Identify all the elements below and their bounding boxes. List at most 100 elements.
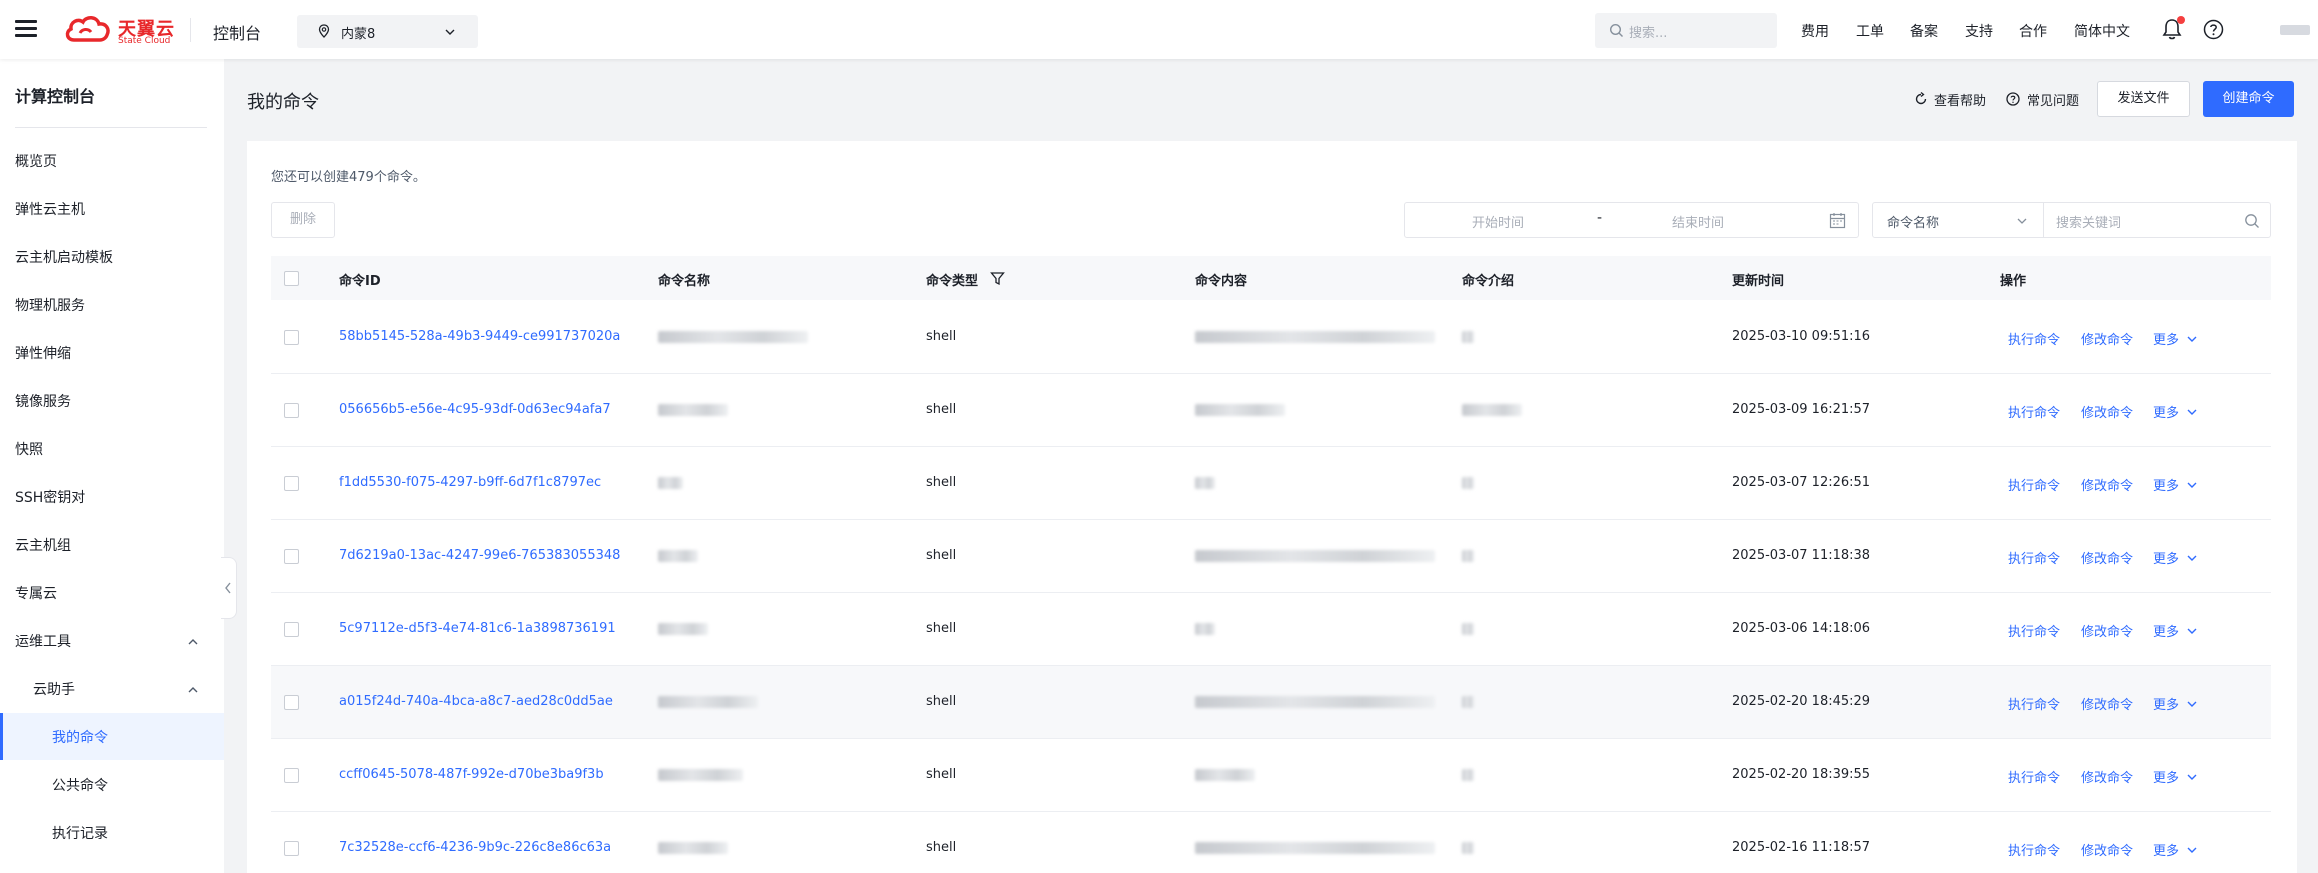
run-command-link[interactable]: 执行命令	[2008, 621, 2060, 640]
chevron-down-icon[interactable]	[2015, 214, 2029, 228]
row-checkbox[interactable]	[284, 622, 299, 637]
sidebar-item-ecs-group[interactable]: 云主机组	[15, 535, 71, 555]
chevron-up-icon[interactable]	[186, 683, 200, 697]
command-id-link[interactable]: 5c97112e-d5f3-4e74-81c6-1a3898736191	[339, 621, 616, 636]
more-actions-link[interactable]: 更多	[2153, 767, 2179, 786]
run-command-link[interactable]: 执行命令	[2008, 548, 2060, 567]
updated-time: 2025-03-07 12:26:51	[1732, 475, 1871, 490]
edit-command-link[interactable]: 修改命令	[2081, 475, 2133, 494]
menu-icon[interactable]	[15, 20, 37, 38]
keyword-search-input[interactable]: 搜索关键词	[2056, 212, 2121, 231]
command-id-link[interactable]: ccff0645-5078-487f-992e-d70be3ba9f3b	[339, 767, 604, 782]
edit-command-link[interactable]: 修改命令	[2081, 694, 2133, 713]
console-link[interactable]: 控制台	[213, 20, 261, 44]
sidebar-collapse-handle[interactable]	[221, 557, 237, 619]
more-actions-link[interactable]: 更多	[2153, 621, 2179, 640]
run-command-link[interactable]: 执行命令	[2008, 475, 2060, 494]
edit-command-link[interactable]: 修改命令	[2081, 767, 2133, 786]
row-checkbox[interactable]	[284, 695, 299, 710]
more-actions-link[interactable]: 更多	[2153, 475, 2179, 494]
nav-support[interactable]: 支持	[1965, 21, 1993, 41]
command-id-link[interactable]: 7c32528e-ccf6-4236-9b9c-226c8e86c63a	[339, 840, 611, 855]
row-checkbox[interactable]	[284, 330, 299, 345]
edit-command-link[interactable]: 修改命令	[2081, 548, 2133, 567]
row-checkbox[interactable]	[284, 549, 299, 564]
help-icon[interactable]	[2203, 19, 2224, 40]
command-type: shell	[926, 548, 957, 563]
sidebar-item-snapshots[interactable]: 快照	[15, 439, 43, 459]
column-header-updated: 更新时间	[1732, 274, 1785, 289]
row-checkbox[interactable]	[284, 768, 299, 783]
sidebar-item-launch-template[interactable]: 云主机启动模板	[15, 247, 113, 267]
command-type: shell	[926, 840, 957, 855]
filter-field-select[interactable]: 命令名称	[1887, 212, 1939, 231]
more-actions-link[interactable]: 更多	[2153, 548, 2179, 567]
sidebar-item-bare-metal[interactable]: 物理机服务	[15, 295, 85, 315]
chevron-down-icon[interactable]	[2186, 333, 2198, 345]
sidebar-item-ecs[interactable]: 弹性云主机	[15, 199, 85, 219]
start-time-input[interactable]: 开始时间	[1472, 212, 1524, 231]
sidebar-item-autoscaling[interactable]: 弹性伸缩	[15, 343, 71, 363]
nav-tickets[interactable]: 工单	[1856, 21, 1884, 41]
sidebar-group-ops-tools[interactable]: 运维工具	[15, 631, 71, 651]
chevron-down-icon[interactable]	[2186, 406, 2198, 418]
select-all-checkbox[interactable]	[284, 271, 299, 286]
end-time-input[interactable]: 结束时间	[1672, 212, 1724, 231]
help-link[interactable]: 查看帮助	[1934, 90, 1986, 109]
logo[interactable]: 天翼云 State Cloud	[64, 14, 174, 46]
region-selector[interactable]: 内蒙8	[297, 15, 478, 48]
row-checkbox[interactable]	[284, 841, 299, 856]
nav-partner[interactable]: 合作	[2019, 21, 2047, 41]
chevron-down-icon[interactable]	[2186, 771, 2198, 783]
more-actions-link[interactable]: 更多	[2153, 694, 2179, 713]
chevron-down-icon[interactable]	[2186, 844, 2198, 856]
row-checkbox[interactable]	[284, 476, 299, 491]
nav-filing[interactable]: 备案	[1910, 21, 1938, 41]
command-id-link[interactable]: a015f24d-740a-4bca-a8c7-aed28c0dd5ae	[339, 694, 613, 709]
run-command-link[interactable]: 执行命令	[2008, 694, 2060, 713]
nav-billing[interactable]: 费用	[1801, 21, 1829, 41]
date-range-picker[interactable]: 开始时间 - 结束时间	[1404, 202, 1859, 238]
global-search-input[interactable]: 搜索...	[1595, 13, 1777, 48]
chevron-down-icon[interactable]	[2186, 552, 2198, 564]
chevron-down-icon[interactable]	[2186, 698, 2198, 710]
command-id-link[interactable]: 7d6219a0-13ac-4247-99e6-765383055348	[339, 548, 620, 563]
sidebar-item-public-commands[interactable]: 公共命令	[52, 775, 108, 795]
run-command-link[interactable]: 执行命令	[2008, 329, 2060, 348]
run-command-link[interactable]: 执行命令	[2008, 840, 2060, 859]
command-id-link[interactable]: 58bb5145-528a-49b3-9449-ce991737020a	[339, 329, 620, 344]
more-actions-link[interactable]: 更多	[2153, 840, 2179, 859]
user-avatar[interactable]	[2280, 25, 2310, 35]
command-id-link[interactable]: f1dd5530-f075-4297-b9ff-6d7f1c8797ec	[339, 475, 601, 490]
row-checkbox[interactable]	[284, 403, 299, 418]
more-actions-link[interactable]: 更多	[2153, 402, 2179, 421]
run-command-link[interactable]: 执行命令	[2008, 767, 2060, 786]
faq-link[interactable]: 常见问题	[2027, 90, 2079, 109]
command-id-link[interactable]: 056656b5-e56e-4c95-93df-0d63ec94afa7	[339, 402, 611, 417]
sidebar-item-dedicated-cloud[interactable]: 专属云	[15, 583, 57, 603]
nav-language[interactable]: 简体中文	[2074, 21, 2130, 41]
edit-command-link[interactable]: 修改命令	[2081, 621, 2133, 640]
sidebar-item-images[interactable]: 镜像服务	[15, 391, 71, 411]
edit-command-link[interactable]: 修改命令	[2081, 840, 2133, 859]
delete-button[interactable]: 删除	[271, 202, 335, 238]
chevron-down-icon[interactable]	[2186, 479, 2198, 491]
more-actions-link[interactable]: 更多	[2153, 329, 2179, 348]
sidebar-item-exec-records[interactable]: 执行记录	[52, 823, 108, 843]
search-icon[interactable]	[2244, 213, 2260, 229]
create-command-button[interactable]: 创建命令	[2203, 81, 2294, 117]
send-file-button[interactable]: 发送文件	[2097, 81, 2190, 117]
redacted-command-name	[658, 404, 728, 416]
updated-time: 2025-03-06 14:18:06	[1732, 621, 1871, 636]
chevron-down-icon[interactable]	[2186, 625, 2198, 637]
sidebar-item-my-commands[interactable]: 我的命令	[52, 727, 108, 747]
sidebar-item-ssh-keys[interactable]: SSH密钥对	[15, 487, 85, 507]
sidebar-group-assistant[interactable]: 云助手	[33, 679, 75, 699]
edit-command-link[interactable]: 修改命令	[2081, 402, 2133, 421]
filter-icon[interactable]	[990, 271, 1005, 286]
chevron-up-icon[interactable]	[186, 635, 200, 649]
sidebar-item-overview[interactable]: 概览页	[15, 151, 57, 171]
edit-command-link[interactable]: 修改命令	[2081, 329, 2133, 348]
redacted-command-name	[658, 331, 808, 343]
run-command-link[interactable]: 执行命令	[2008, 402, 2060, 421]
